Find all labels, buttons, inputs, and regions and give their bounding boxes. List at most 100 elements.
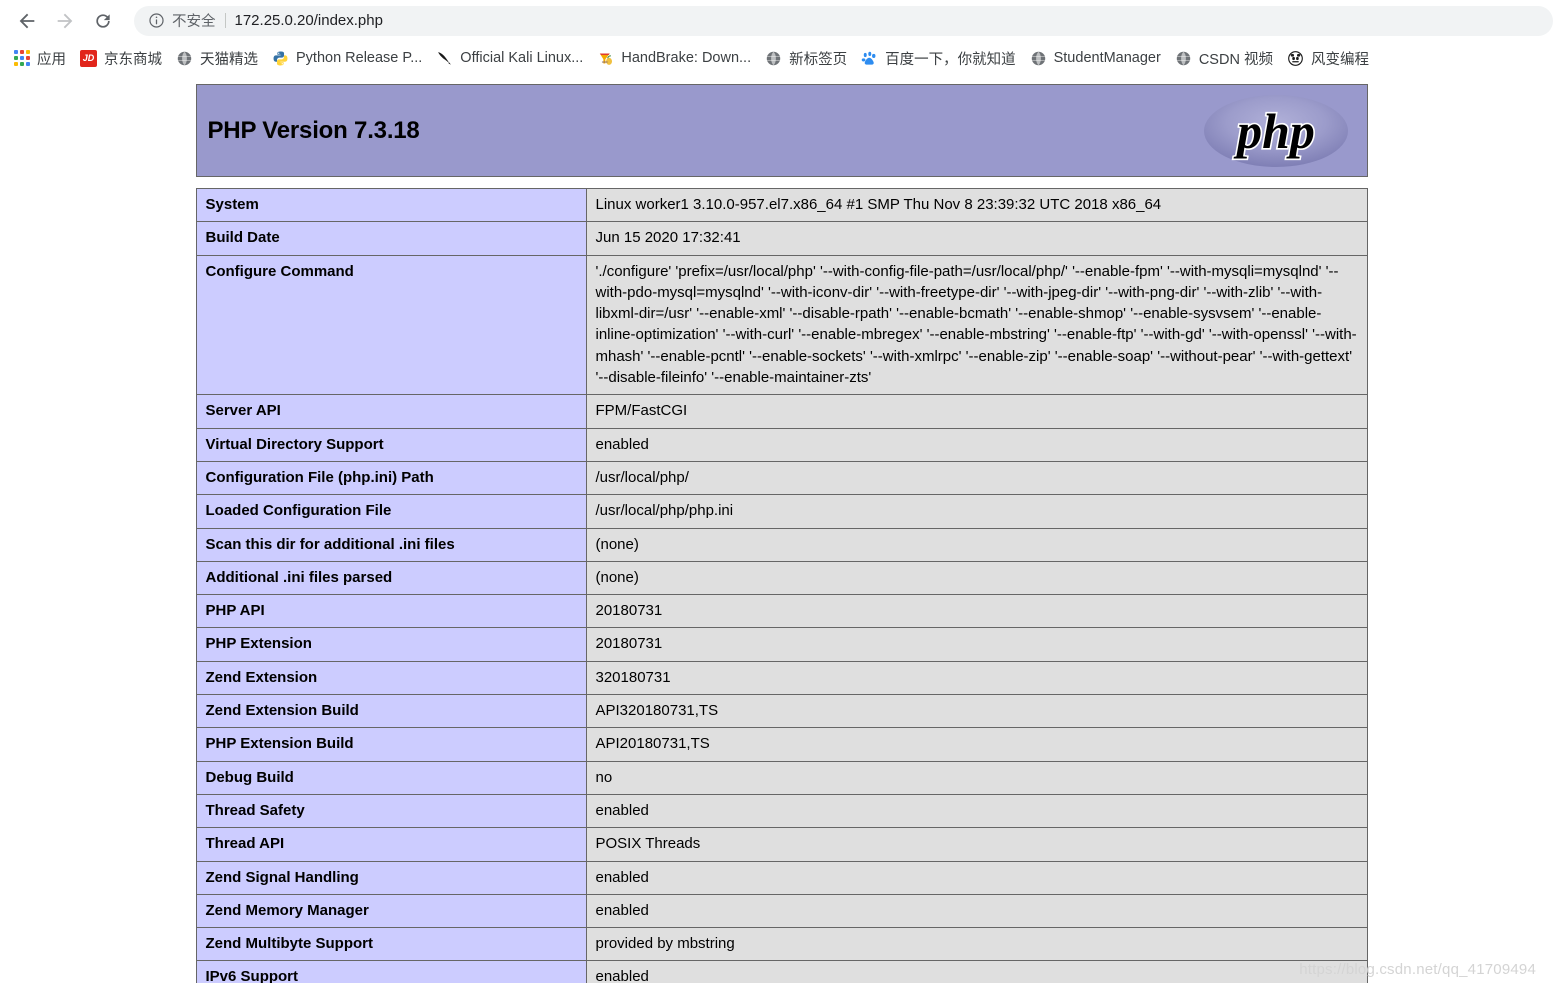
row-label: Configure Command (195, 254, 587, 396)
reload-button[interactable] (86, 4, 120, 38)
table-row: Thread API POSIX Threads (195, 827, 1368, 862)
row-value: /usr/local/php/ (585, 460, 1368, 496)
row-value: (none) (585, 560, 1368, 596)
browser-toolbar: 不安全 172.25.0.20/index.php (0, 0, 1563, 41)
bookmark-label: 京东商城 (104, 51, 162, 68)
address-bar[interactable]: 不安全 172.25.0.20/index.php (134, 5, 1553, 36)
php-logo: php (1203, 94, 1349, 168)
row-label: Zend Extension Build (195, 694, 587, 729)
phpinfo-container: PHP Version 7.3.18 php System Linux work… (195, 75, 1368, 983)
forward-button[interactable] (48, 4, 82, 38)
bookmark-label: 新标签页 (789, 51, 848, 68)
table-row: Zend Signal Handling enabled (195, 860, 1368, 895)
bookmark-baidu[interactable]: 百度一下，你就知道 (854, 45, 1023, 71)
bookmark-csdn-video[interactable]: CSDN 视频 (1168, 45, 1280, 71)
row-label: Zend Signal Handling (195, 860, 587, 895)
row-value: no (585, 760, 1368, 795)
security-status-label: 不安全 (172, 14, 216, 30)
bookmark-kali[interactable]: Official Kali Linux... (429, 45, 590, 71)
table-row: Configure Command './configure' 'prefix=… (195, 254, 1368, 396)
row-value: 20180731 (585, 627, 1368, 662)
info-circle-icon[interactable] (148, 12, 165, 29)
row-value: enabled (585, 793, 1368, 829)
row-label: PHP Extension Build (195, 727, 587, 762)
row-value: Linux worker1 3.10.0-957.el7.x86_64 #1 S… (585, 187, 1368, 223)
reload-icon (93, 11, 113, 31)
row-label: Zend Memory Manager (195, 893, 587, 929)
row-label: Build Date (195, 221, 587, 256)
bookmark-label: 天猫精选 (200, 51, 258, 68)
row-value: API320180731,TS (585, 694, 1368, 729)
row-value: enabled (585, 427, 1368, 462)
phpinfo-table: System Linux worker1 3.10.0-957.el7.x86_… (195, 187, 1368, 983)
bookmark-label: Python Release P... (296, 50, 423, 66)
bookmark-apps[interactable]: 应用 (6, 45, 73, 71)
table-row: PHP API 20180731 (195, 594, 1368, 629)
globe-icon (765, 50, 782, 67)
table-row: Server API FPM/FastCGI (195, 394, 1368, 429)
bookmark-jd[interactable]: JD 京东商城 (73, 45, 169, 71)
back-button[interactable] (10, 4, 44, 38)
row-label: Thread API (195, 827, 587, 862)
table-row: Thread Safety enabled (195, 793, 1368, 829)
row-label: Loaded Configuration File (195, 494, 587, 529)
table-row: Build Date Jun 15 2020 17:32:41 (195, 221, 1368, 256)
row-value: 320180731 (585, 660, 1368, 696)
row-label: Debug Build (195, 760, 587, 795)
table-row: Zend Multibyte Support provided by mbstr… (195, 927, 1368, 962)
globe-icon (1030, 50, 1047, 67)
table-row: PHP Extension 20180731 (195, 627, 1368, 662)
page-viewport: PHP Version 7.3.18 php System Linux work… (0, 75, 1563, 983)
row-value: enabled (585, 893, 1368, 929)
row-label: Zend Extension (195, 660, 587, 696)
kali-dragon-icon (436, 50, 453, 67)
globe-icon (1175, 50, 1192, 67)
table-row: Loaded Configuration File /usr/local/php… (195, 494, 1368, 529)
row-value: FPM/FastCGI (585, 394, 1368, 429)
phpinfo-table-body: System Linux worker1 3.10.0-957.el7.x86_… (195, 187, 1368, 983)
table-row: Debug Build no (195, 760, 1368, 795)
baidu-bear-icon (861, 50, 878, 67)
table-row: System Linux worker1 3.10.0-957.el7.x86_… (195, 187, 1368, 223)
globe-icon (176, 50, 193, 67)
python-icon (272, 50, 289, 67)
row-label: Server API (195, 394, 587, 429)
bookmark-newtab[interactable]: 新标签页 (758, 45, 854, 71)
row-label: System (195, 187, 587, 223)
row-value: provided by mbstring (585, 927, 1368, 962)
row-value: enabled (585, 860, 1368, 895)
browser-chrome: 不安全 172.25.0.20/index.php 应用 JD 京东商城 天猫精… (0, 0, 1563, 75)
omnibox-divider (224, 13, 226, 28)
bookmark-tmall[interactable]: 天猫精选 (169, 45, 265, 71)
bookmark-label: Official Kali Linux... (460, 50, 584, 66)
row-value: Jun 15 2020 17:32:41 (585, 221, 1368, 256)
row-value: API20180731,TS (585, 727, 1368, 762)
arrow-left-icon (16, 10, 38, 32)
row-value: 20180731 (585, 594, 1368, 629)
apps-grid-icon (13, 50, 30, 67)
bookmark-python[interactable]: Python Release P... (265, 45, 429, 71)
bookmark-label: 风变编程 (1310, 51, 1369, 68)
handbrake-cocktail-icon (597, 50, 614, 67)
bookmark-fengbian[interactable]: 风变编程 (1280, 45, 1376, 71)
row-label: Zend Multibyte Support (195, 927, 587, 962)
bookmark-label: 应用 (37, 51, 66, 68)
row-label: Thread Safety (195, 793, 587, 829)
row-value: (none) (585, 527, 1368, 562)
table-row: Zend Extension Build API320180731,TS (195, 694, 1368, 729)
bookmark-studentmanager[interactable]: StudentManager (1023, 45, 1168, 71)
bookmark-handbrake[interactable]: HandBrake: Down... (590, 45, 758, 71)
table-row: IPv6 Support enabled (195, 960, 1368, 983)
bookmarks-bar: 应用 JD 京东商城 天猫精选 Python Release P... Offi… (0, 41, 1563, 75)
table-row: Additional .ini files parsed (none) (195, 560, 1368, 596)
row-value: POSIX Threads (585, 827, 1368, 862)
row-label: Additional .ini files parsed (195, 560, 587, 596)
phpinfo-header-banner: PHP Version 7.3.18 php (195, 84, 1368, 177)
row-label: IPv6 Support (195, 960, 587, 983)
row-label: Virtual Directory Support (195, 427, 587, 462)
table-row: Virtual Directory Support enabled (195, 427, 1368, 462)
row-label: PHP API (195, 594, 587, 629)
arrow-right-icon (54, 10, 76, 32)
table-row: PHP Extension Build API20180731,TS (195, 727, 1368, 762)
bookmark-label: CSDN 视频 (1198, 51, 1273, 68)
